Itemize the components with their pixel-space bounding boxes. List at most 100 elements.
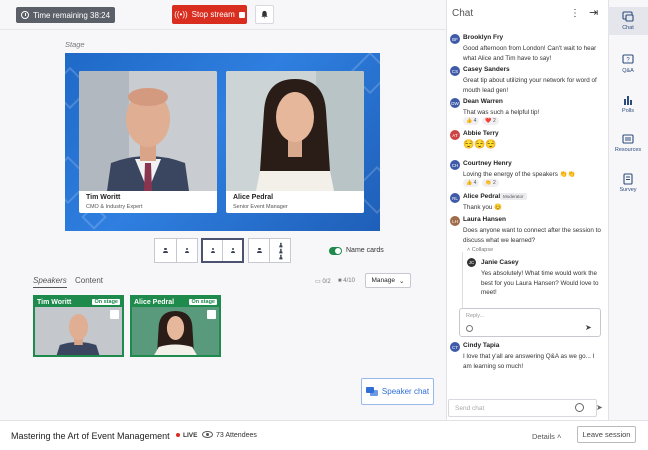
speaker-thumb-tim xyxy=(35,307,122,355)
message-author: Janie Casey xyxy=(481,259,519,266)
message-text: 😌😌😌 xyxy=(463,139,497,149)
message-author: Abbie Terry xyxy=(463,130,499,137)
speaker-chat-button[interactable]: Speaker chat xyxy=(361,378,434,405)
camera-count: ■ 4/10 xyxy=(338,278,355,284)
emoji-icon[interactable] xyxy=(575,403,584,412)
speaker-photo-tim xyxy=(79,71,217,191)
tab-speakers[interactable]: Speakers xyxy=(33,276,67,288)
person-icon xyxy=(278,248,282,253)
message-text: Thank you 😊 xyxy=(463,204,502,211)
reaction-chip[interactable]: ❤️ 2 xyxy=(482,117,499,125)
rail-item-chat[interactable]: Chat xyxy=(608,7,648,35)
person-icon xyxy=(230,247,235,254)
stage-tile-name: Tim Woritt xyxy=(86,194,121,201)
stop-stream-button[interactable]: ((•)) Stop stream xyxy=(172,5,247,24)
collapse-panel-icon[interactable]: ⇥ xyxy=(589,6,598,19)
chat-icon xyxy=(622,11,634,22)
live-indicator-icon xyxy=(176,433,180,437)
speaker-card-alice[interactable]: Alice Pedral On stage xyxy=(130,295,221,357)
message-author: Alice Pedral xyxy=(463,193,501,200)
speaker-card-name: Tim Woritt xyxy=(37,298,72,306)
layout-option-grid[interactable] xyxy=(248,238,291,263)
stage-tile-name: Alice Pedral xyxy=(233,194,274,201)
event-title: Mastering the Art of Event Management xyxy=(11,431,170,441)
more-options-icon[interactable]: ⋮ xyxy=(570,8,580,19)
rail-label: Survey xyxy=(619,187,637,193)
collapse-thread-button[interactable]: ˄ Collapse xyxy=(467,247,493,253)
details-toggle[interactable]: Details ˄ xyxy=(532,432,561,441)
name-cards-toggle[interactable] xyxy=(329,247,342,255)
avatar: LH xyxy=(450,216,460,226)
leave-session-button[interactable]: Leave session xyxy=(577,426,636,443)
mic-icon[interactable] xyxy=(110,310,119,319)
attendee-count[interactable]: 73 Attendees xyxy=(216,432,257,439)
send-chat-placeholder: Send chat xyxy=(455,405,485,412)
bell-icon xyxy=(261,10,268,19)
avatar: CS xyxy=(450,66,460,76)
reaction-chip[interactable]: 👍 4 xyxy=(463,117,480,125)
layout-cell xyxy=(155,239,177,262)
stop-stream-label: Stop stream xyxy=(191,10,235,19)
qa-icon: ? xyxy=(622,54,634,64)
rail-item-polls[interactable]: Polls xyxy=(608,94,648,114)
stage-tile-alice[interactable]: Alice Pedral Senior Event Manager xyxy=(226,71,364,213)
on-stage-badge: On stage xyxy=(92,299,120,305)
rail-label: Chat xyxy=(622,25,634,31)
reaction-chip[interactable]: 👍 4 xyxy=(463,179,480,187)
message-author: Cindy Tapia xyxy=(463,342,500,349)
message-author: Dean Warren xyxy=(463,98,503,105)
speaker-card-header: Tim Woritt On stage xyxy=(35,297,122,307)
chat-title: Chat xyxy=(452,8,474,19)
notifications-button[interactable] xyxy=(255,5,274,24)
avatar: BF xyxy=(450,34,460,44)
message-text: Does anyone want to connect after the se… xyxy=(463,227,601,244)
message-text: Yes absolutely! What time would work the… xyxy=(481,270,599,296)
time-remaining-chip: Time remaining 38:24 xyxy=(16,7,116,23)
layout-option-boxed[interactable] xyxy=(201,238,244,263)
reactions: 👍 4 ❤️ 2 xyxy=(463,117,499,125)
speaker-card-header: Alice Pedral On stage xyxy=(132,297,219,307)
avatar: RL xyxy=(450,193,460,203)
avatar: JC xyxy=(467,258,476,267)
person-icon xyxy=(184,247,190,254)
layout-cell xyxy=(249,239,270,262)
reactions: 👍 4 👏 2 xyxy=(463,179,499,187)
bar-chart-icon xyxy=(624,96,632,105)
speaker-card-tim[interactable]: Tim Woritt On stage xyxy=(33,295,124,357)
rail-item-survey[interactable]: Survey xyxy=(608,173,648,193)
message-text: Great tip about utilizing your network f… xyxy=(463,77,597,94)
message-author: Laura Hansen xyxy=(463,216,506,223)
stop-icon xyxy=(238,11,245,18)
screen-count: ▭ 0/2 xyxy=(315,278,331,285)
person-icon xyxy=(210,247,215,254)
clock-icon xyxy=(21,11,29,19)
person-icon xyxy=(278,254,282,259)
reaction-chip[interactable]: 👏 2 xyxy=(482,179,499,187)
folder-icon xyxy=(622,134,634,144)
layout-option-side-by-side[interactable] xyxy=(154,238,198,263)
rail-item-qa[interactable]: ? Q&A xyxy=(608,54,648,74)
message-author: Casey Sanders xyxy=(463,66,510,73)
speaker-card-name: Alice Pedral xyxy=(134,298,175,306)
manage-label: Manage xyxy=(371,277,396,284)
collapse-label: Collapse xyxy=(471,247,494,253)
manage-dropdown[interactable]: Manage ⌄ xyxy=(365,273,411,288)
person-icon xyxy=(278,242,282,247)
message-author: Brooklyn Fry xyxy=(463,34,504,41)
rail-item-resources[interactable]: Resources xyxy=(608,133,648,153)
message-author: Courtney Henry xyxy=(463,160,512,167)
chevron-down-icon: ⌄ xyxy=(399,277,405,285)
avatar: AT xyxy=(450,130,460,140)
speaker-chat-label: Speaker chat xyxy=(381,387,430,396)
send-icon[interactable]: ➤ xyxy=(596,403,603,412)
stage-tile-tim[interactable]: Tim Woritt CMO & Industry Expert xyxy=(79,71,217,213)
rail-label: Q&A xyxy=(622,68,634,74)
message-text: I love that y'all are answering Q&A as w… xyxy=(463,353,595,370)
layout-cell xyxy=(177,239,198,262)
send-icon[interactable]: ➤ xyxy=(585,323,592,332)
rail-label: Polls xyxy=(622,108,634,114)
tab-content[interactable]: Content xyxy=(75,276,103,285)
emoji-icon[interactable] xyxy=(466,325,473,332)
mic-icon[interactable] xyxy=(207,310,216,319)
camera-count-value: 4/10 xyxy=(343,278,355,284)
